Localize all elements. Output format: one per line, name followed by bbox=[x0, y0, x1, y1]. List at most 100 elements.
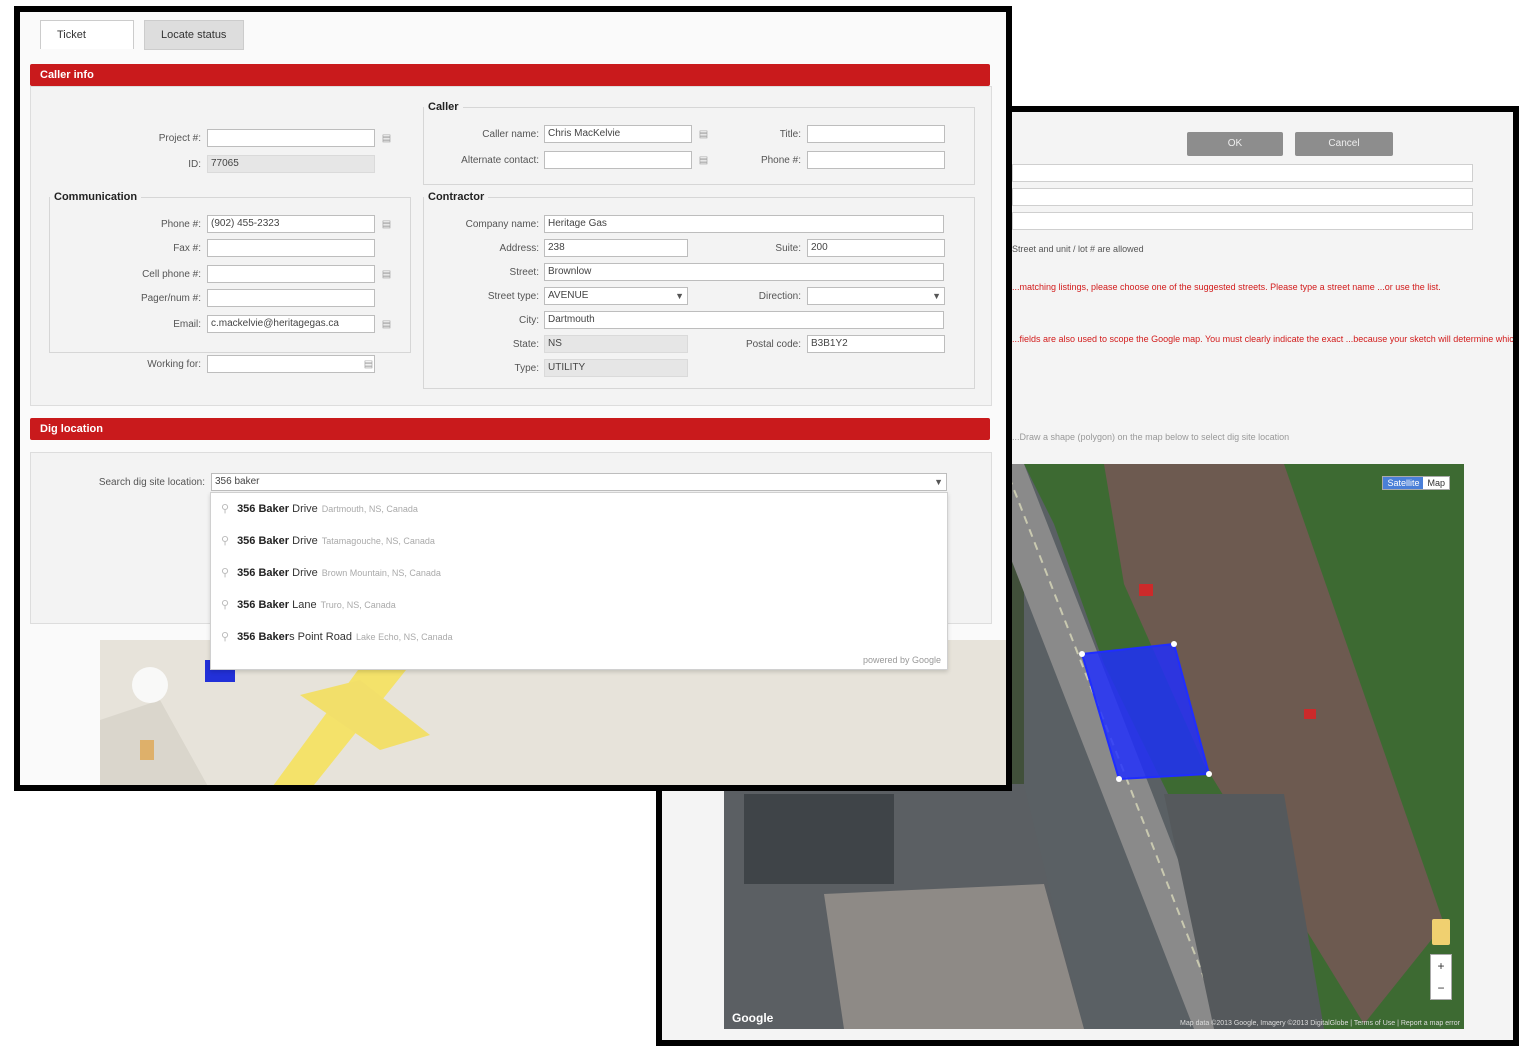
address-label: Address: bbox=[499, 243, 539, 254]
caller-info-header: Caller info bbox=[30, 64, 990, 86]
chevron-down-icon[interactable]: ▼ bbox=[934, 474, 943, 490]
chevron-down-icon[interactable]: ▼ bbox=[932, 288, 941, 304]
title-label: Title: bbox=[779, 129, 801, 140]
lookup-icon[interactable]: ▤ bbox=[381, 133, 392, 144]
title-input[interactable] bbox=[807, 125, 945, 143]
caller-group: Caller bbox=[423, 101, 975, 185]
suggestion-item[interactable]: ⚲ 356 Baker Drive Brown Mountain, NS, Cana… bbox=[211, 557, 947, 589]
suggestion-rest: Drive bbox=[289, 567, 318, 579]
suggestion-bold: 356 Baker bbox=[237, 631, 290, 643]
suggestion-bold: 356 Baker bbox=[237, 535, 290, 547]
pegman-icon[interactable] bbox=[1432, 919, 1450, 945]
map-warning: ...fields are also used to scope the Goo… bbox=[1012, 334, 1519, 344]
direction-select[interactable]: ▼ bbox=[807, 287, 945, 305]
cell-lookup-icon[interactable]: ▤ bbox=[381, 269, 392, 280]
pager-input[interactable] bbox=[207, 289, 375, 307]
fax-label: Fax #: bbox=[173, 243, 201, 254]
postal-label: Postal code: bbox=[745, 339, 801, 350]
cancel-button[interactable]: Cancel bbox=[1295, 132, 1393, 156]
phone-input[interactable]: (902) 455-2323 bbox=[207, 215, 375, 233]
ok-button[interactable]: OK bbox=[1187, 132, 1283, 156]
satellite-toggle[interactable]: Satellite bbox=[1383, 477, 1424, 489]
email-label: Email: bbox=[173, 319, 201, 330]
suggestion-rest: Drive bbox=[289, 503, 318, 515]
text-field-3[interactable] bbox=[1012, 212, 1473, 230]
zoom-control[interactable]: + − bbox=[1430, 954, 1452, 1000]
suggestion-rest: s Point Road bbox=[289, 631, 353, 643]
suite-input[interactable]: 200 bbox=[807, 239, 945, 257]
text-field-2[interactable] bbox=[1012, 188, 1473, 206]
city-label: City: bbox=[519, 315, 539, 326]
powered-by-google: powered by Google bbox=[862, 655, 941, 665]
caller-phone-input[interactable] bbox=[807, 151, 945, 169]
zoom-in-button[interactable]: + bbox=[1431, 955, 1451, 977]
state-value: NS bbox=[544, 335, 688, 353]
text-field-1[interactable] bbox=[1012, 164, 1473, 182]
suggestion-region: Truro, NS, Canada bbox=[320, 600, 396, 610]
id-value: 77065 bbox=[207, 155, 375, 173]
draw-hint: ...Draw a shape (polygon) on the map bel… bbox=[1012, 432, 1290, 442]
alt-contact-label: Alternate contact: bbox=[461, 155, 539, 166]
pin-icon: ⚲ bbox=[221, 535, 230, 547]
address-input[interactable]: 238 bbox=[544, 239, 688, 257]
caller-legend: Caller bbox=[428, 101, 459, 113]
google-logo: Google bbox=[732, 1011, 774, 1025]
suggestion-region: Lake Echo, NS, Canada bbox=[356, 632, 453, 642]
map-attribution: Map data ©2013 Google, Imagery ©2013 Dig… bbox=[1180, 1020, 1460, 1027]
caller-name-label: Caller name: bbox=[482, 129, 539, 140]
pager-label: Pager/num #: bbox=[140, 293, 201, 304]
alt-contact-input[interactable] bbox=[544, 151, 692, 169]
email-lookup-icon[interactable]: ▤ bbox=[381, 319, 392, 330]
suggestion-item[interactable]: ⚲ 356 Baker Drive Tatamagouche, NS, Canada bbox=[211, 525, 947, 557]
postal-input[interactable]: B3B1Y2 bbox=[807, 335, 945, 353]
suggestion-rest: Lane bbox=[289, 599, 317, 611]
city-input[interactable]: Dartmouth bbox=[544, 311, 944, 329]
suggestion-item[interactable]: ⚲ 356 Baker Drive Dartmouth, NS, Canada bbox=[211, 493, 947, 525]
tab-locate-status[interactable]: Locate status bbox=[144, 20, 244, 50]
phone-label: Phone #: bbox=[160, 219, 201, 230]
company-input[interactable]: Heritage Gas bbox=[544, 215, 944, 233]
suggestion-item[interactable]: ⚲ 356 Baker Lane Truro, NS, Canada bbox=[211, 589, 947, 621]
zoom-out-button[interactable]: − bbox=[1431, 977, 1451, 999]
company-label: Company name: bbox=[465, 219, 539, 230]
project-input[interactable] bbox=[207, 129, 375, 147]
street-type-select[interactable]: AVENUE ▼ bbox=[544, 287, 688, 305]
email-input[interactable]: c.mackelvie@heritagegas.ca bbox=[207, 315, 375, 333]
caller-name-input[interactable]: Chris MacKelvie bbox=[544, 125, 692, 143]
autocomplete-dropdown: ⚲ 356 Baker Drive Dartmouth, NS, Canada ⚲ 3… bbox=[210, 492, 948, 670]
suggestion-region: Tatamagouche, NS, Canada bbox=[321, 536, 435, 546]
cell-input[interactable] bbox=[207, 265, 375, 283]
street-type-value: AVENUE bbox=[548, 290, 589, 301]
type-value: UTILITY bbox=[544, 359, 688, 377]
pin-icon: ⚲ bbox=[221, 503, 230, 515]
pin-icon: ⚲ bbox=[221, 567, 230, 579]
contractor-legend: Contractor bbox=[428, 191, 485, 203]
phone-lookup-icon[interactable]: ▤ bbox=[381, 219, 392, 230]
pin-icon: ⚲ bbox=[221, 631, 230, 643]
search-input[interactable]: 356 baker ▼ bbox=[211, 473, 947, 491]
direction-label: Direction: bbox=[758, 291, 801, 302]
working-for-label: Working for: bbox=[147, 359, 201, 370]
map-type-control[interactable]: Satellite Map bbox=[1382, 476, 1450, 490]
caller-phone-label: Phone #: bbox=[760, 155, 801, 166]
state-label: State: bbox=[512, 339, 539, 350]
working-for-input[interactable] bbox=[207, 355, 375, 373]
suggestion-bold: 356 Baker bbox=[237, 567, 290, 579]
communication-legend: Communication bbox=[54, 191, 138, 203]
caller-info-panel: Project #: ▤ ID: 77065 Caller Caller nam… bbox=[30, 86, 992, 406]
suggestion-bold: 356 Baker bbox=[237, 599, 290, 611]
search-value: 356 baker bbox=[215, 476, 260, 487]
fax-input[interactable] bbox=[207, 239, 375, 257]
tab-ticket[interactable]: Ticket bbox=[40, 20, 134, 49]
street-warning: ...matching listings, please choose one … bbox=[1012, 282, 1441, 292]
street-input[interactable]: Brownlow bbox=[544, 263, 944, 281]
search-label: Search dig site location: bbox=[98, 477, 205, 488]
project-label: Project #: bbox=[158, 133, 201, 144]
suggestion-region: Brown Mountain, NS, Canada bbox=[321, 568, 441, 578]
working-for-icon[interactable]: ▤ bbox=[363, 359, 374, 370]
unit-note: Street and unit / lot # are allowed bbox=[1012, 244, 1144, 254]
street-label: Street: bbox=[509, 267, 539, 278]
map-toggle[interactable]: Map bbox=[1423, 477, 1449, 489]
id-label: ID: bbox=[188, 159, 201, 170]
suggestion-item[interactable]: ⚲ 356 Bakers Point Road Lake Echo, NS, Can… bbox=[211, 621, 947, 653]
